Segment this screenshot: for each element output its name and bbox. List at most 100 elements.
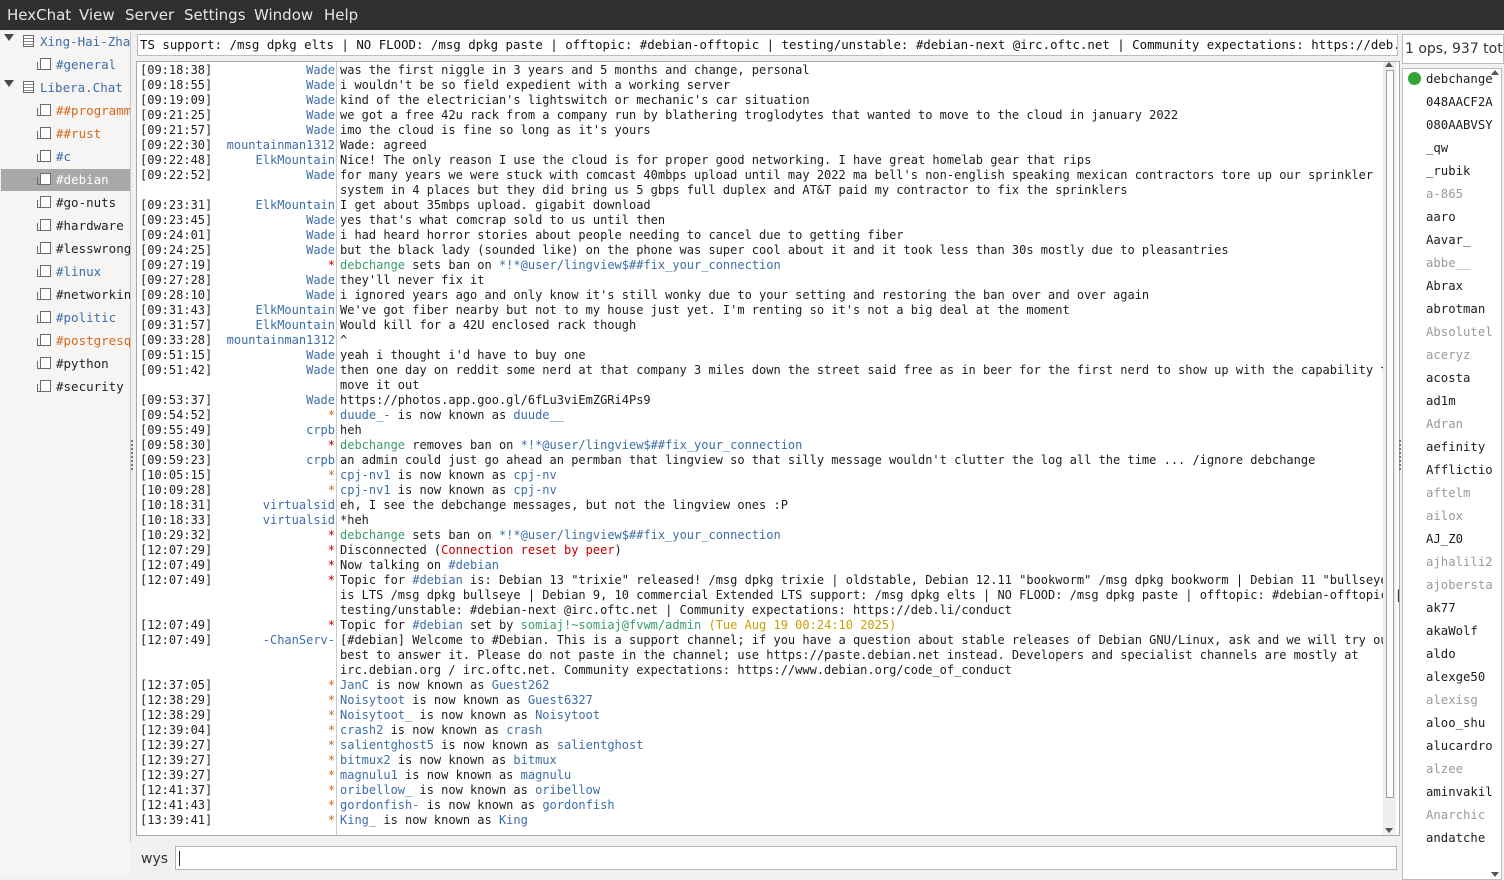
user-list-item[interactable]: abrotman [1426, 302, 1494, 316]
nick[interactable]: * [139, 468, 335, 483]
tree-channel-14[interactable]: #python [1, 353, 130, 375]
user-list-item[interactable]: aminvakil [1426, 785, 1494, 799]
tree-server-0[interactable]: Xing-Hai-Zhar [1, 31, 130, 53]
user-list-item[interactable]: _rubik [1426, 164, 1494, 178]
user-list-item[interactable]: abbe__ [1426, 256, 1494, 270]
nick[interactable]: * [139, 558, 335, 573]
user-list-item[interactable]: aaro [1426, 210, 1494, 224]
user-list-item[interactable]: akaWolf [1426, 624, 1494, 638]
nick[interactable]: ElkMountain [139, 303, 335, 318]
nick[interactable]: Wade [139, 363, 335, 378]
nick[interactable]: * [139, 543, 335, 558]
tree-channel-15[interactable]: #security [1, 376, 130, 398]
menu-server[interactable]: Server [125, 6, 174, 24]
chat-log[interactable]: [09:18:38] Wade was the first niggle in 3 … [136, 61, 1400, 836]
menu-help[interactable]: Help [324, 6, 358, 24]
tree-channel-13[interactable]: #postgresq [1, 330, 130, 352]
nick[interactable]: * [139, 798, 335, 813]
user-list-item[interactable]: acosta [1426, 371, 1494, 385]
user-list-item[interactable]: 048AACF2A [1426, 95, 1494, 109]
user-list-item[interactable]: Aavar_ [1426, 233, 1494, 247]
tree-channel-10[interactable]: #linux [1, 261, 130, 283]
nick[interactable]: mountainman1312 [139, 333, 335, 348]
user-list-item[interactable]: debchange [1426, 72, 1494, 86]
menu-settings[interactable]: Settings [184, 6, 246, 24]
right-pane-grip[interactable] [1399, 440, 1401, 472]
tree-channel-11[interactable]: #networkin [1, 284, 130, 306]
nick[interactable]: ElkMountain [139, 153, 335, 168]
user-scroll-down-icon[interactable] [1491, 872, 1499, 877]
nick[interactable]: * [139, 528, 335, 543]
user-list-item[interactable]: andatche [1426, 831, 1494, 845]
user-list-item[interactable]: aloo_shu [1426, 716, 1494, 730]
nick[interactable]: * [139, 693, 335, 708]
user-list-item[interactable]: alexisg [1426, 693, 1494, 707]
nick[interactable]: -ChanServ- [139, 633, 335, 648]
nick[interactable]: * [139, 258, 335, 273]
nick[interactable]: * [139, 678, 335, 693]
nick[interactable]: Wade [139, 348, 335, 363]
chat-scrollbar[interactable] [1383, 62, 1396, 835]
nick[interactable]: Wade [139, 288, 335, 303]
user-list-item[interactable]: Adran [1426, 417, 1494, 431]
tree-channel-5[interactable]: #c [1, 146, 130, 168]
expand-arrow-icon[interactable] [4, 80, 14, 87]
nick[interactable]: Wade [139, 93, 335, 108]
menu-hexchat[interactable]: HexChat [7, 6, 71, 24]
user-list-item[interactable]: aefinity [1426, 440, 1494, 454]
user-list-item[interactable]: aldo [1426, 647, 1494, 661]
user-list-item[interactable]: aceryz [1426, 348, 1494, 362]
user-list-item[interactable]: ajhalili2 [1426, 555, 1494, 569]
nick[interactable]: mountainman1312 [139, 138, 335, 153]
user-list-item[interactable]: Absolutel [1426, 325, 1494, 339]
nick[interactable]: Wade [139, 108, 335, 123]
user-list-item[interactable]: Afflictio [1426, 463, 1494, 477]
tree-channel-3[interactable]: ##programm [1, 100, 130, 122]
tree-channel-6[interactable]: #debian [1, 169, 130, 191]
scroll-up-arrow-icon[interactable] [1385, 62, 1393, 67]
user-list-item[interactable]: alucardro [1426, 739, 1494, 753]
menu-window[interactable]: Window [254, 6, 313, 24]
tree-channel-1[interactable]: #general [1, 54, 130, 76]
nick[interactable]: Wade [139, 213, 335, 228]
user-list-item[interactable]: _qw [1426, 141, 1494, 155]
nick[interactable]: virtualsid [139, 513, 335, 528]
nick[interactable]: virtualsid [139, 498, 335, 513]
user-list[interactable]: debchange 048AACF2A 080AABVSY _qw _rubik a-86… [1402, 68, 1502, 880]
tree-channel-7[interactable]: #go-nuts [1, 192, 130, 214]
nick[interactable]: * [139, 738, 335, 753]
nick[interactable]: * [139, 618, 335, 633]
topic-bar[interactable]: TS support: /msg dpkg elts | NO FLOOD: /… [137, 34, 1398, 56]
nick[interactable]: * [139, 708, 335, 723]
user-list-item[interactable]: ak77 [1426, 601, 1494, 615]
nick[interactable]: * [139, 723, 335, 738]
nick[interactable]: Wade [139, 78, 335, 93]
nick[interactable]: Wade [139, 393, 335, 408]
nick-button[interactable]: wys [141, 851, 168, 867]
nick[interactable]: * [139, 813, 335, 828]
user-list-item[interactable]: ad1m [1426, 394, 1494, 408]
user-list-item[interactable]: Anarchic [1426, 808, 1494, 822]
nick[interactable]: Wade [139, 273, 335, 288]
user-list-item[interactable]: ajobersta [1426, 578, 1494, 592]
tree-server-2[interactable]: Libera.Chat [1, 77, 130, 99]
nick[interactable]: Wade [139, 63, 335, 78]
nick[interactable]: Wade [139, 168, 335, 183]
nick[interactable]: * [139, 408, 335, 423]
tree-channel-8[interactable]: #hardware [1, 215, 130, 237]
user-list-item[interactable]: 080AABVSY [1426, 118, 1494, 132]
nick[interactable]: * [139, 573, 335, 588]
tree-channel-12[interactable]: #politic [1, 307, 130, 329]
user-list-item[interactable]: alexge50 [1426, 670, 1494, 684]
nick[interactable]: ElkMountain [139, 318, 335, 333]
nick[interactable]: * [139, 753, 335, 768]
user-list-item[interactable]: ailox [1426, 509, 1494, 523]
nick[interactable]: * [139, 483, 335, 498]
nick[interactable]: * [139, 768, 335, 783]
user-list-item[interactable]: a-865 [1426, 187, 1494, 201]
nick-separator[interactable] [336, 62, 337, 835]
menu-view[interactable]: View [79, 6, 115, 24]
nick[interactable]: crpb [139, 453, 335, 468]
nick[interactable]: crpb [139, 423, 335, 438]
nick[interactable]: * [139, 438, 335, 453]
